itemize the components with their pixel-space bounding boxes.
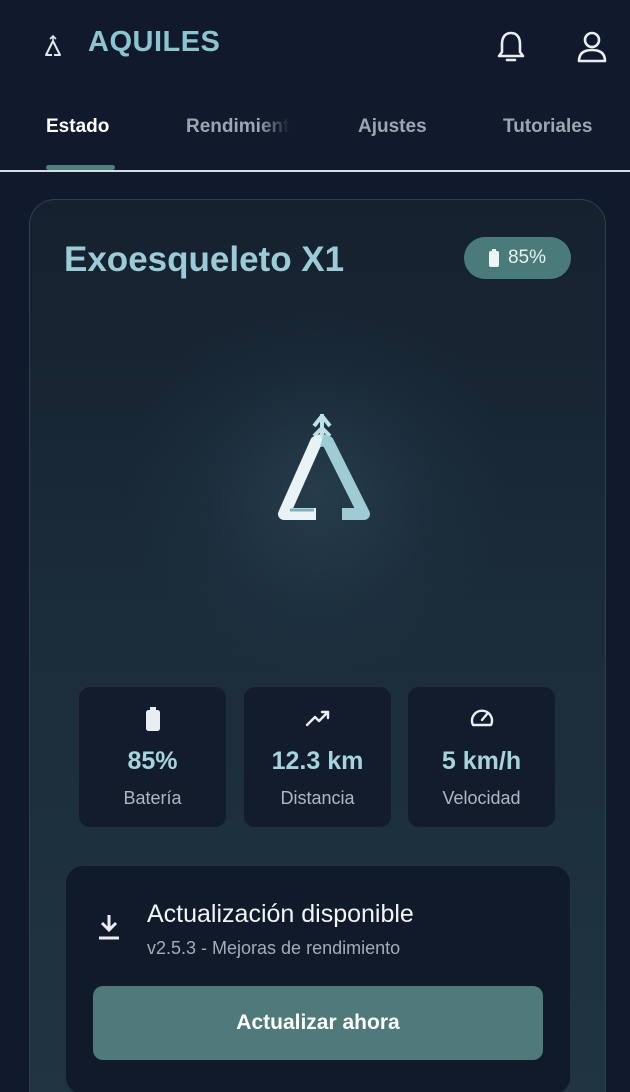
device-card: Exoesqueleto X1 85% 85% Batería 12.3 km …	[29, 199, 606, 1092]
update-now-button[interactable]: Actualizar ahora	[93, 986, 543, 1060]
exoskeleton-logo-icon	[278, 414, 370, 520]
speedometer-icon	[470, 709, 493, 727]
stat-label: Batería	[123, 788, 182, 808]
battery-badge-value: 85%	[507, 247, 547, 268]
download-icon	[99, 915, 119, 940]
update-panel: Actualización disponible v2.5.3 - Mejora…	[65, 865, 571, 1092]
battery-icon	[145, 707, 160, 731]
app-title: AQUILES	[88, 26, 221, 58]
stat-value: 85%	[127, 747, 178, 775]
tab-estado[interactable]: Estado	[46, 116, 109, 138]
active-tab-indicator	[46, 165, 115, 170]
battery-icon	[488, 249, 499, 267]
stat-label: Distancia	[280, 788, 355, 808]
tab-tutoriales[interactable]: Tutoriales	[503, 116, 592, 138]
battery-badge: 85%	[464, 237, 571, 279]
update-subtitle: v2.5.3 - Mejoras de rendimiento	[147, 938, 401, 958]
aquiles-logo-icon	[45, 34, 61, 56]
stat-value: 12.3 km	[271, 747, 364, 775]
app-screen: AQUILES Estado Rendimiento Ajustes Tutor…	[0, 0, 630, 1092]
trending-up-icon	[305, 710, 329, 727]
user-icon[interactable]	[574, 30, 610, 64]
tab-ajustes[interactable]: Ajustes	[358, 116, 427, 138]
stat-value: 5 km/h	[441, 747, 522, 775]
stat-label: Velocidad	[442, 788, 521, 808]
tab-bar: Estado Rendimiento Ajustes Tutoriales	[0, 95, 630, 172]
update-title: Actualización disponible	[147, 900, 414, 928]
stat-distance: 12.3 km Distancia	[243, 686, 392, 828]
app-header: AQUILES	[0, 0, 630, 95]
tab-rendimiento[interactable]: Rendimiento	[186, 116, 290, 138]
bell-icon[interactable]	[494, 29, 528, 65]
device-name: Exoesqueleto X1	[64, 240, 345, 279]
stat-speed: 5 km/h Velocidad	[407, 686, 556, 828]
stat-battery: 85% Batería	[78, 686, 227, 828]
